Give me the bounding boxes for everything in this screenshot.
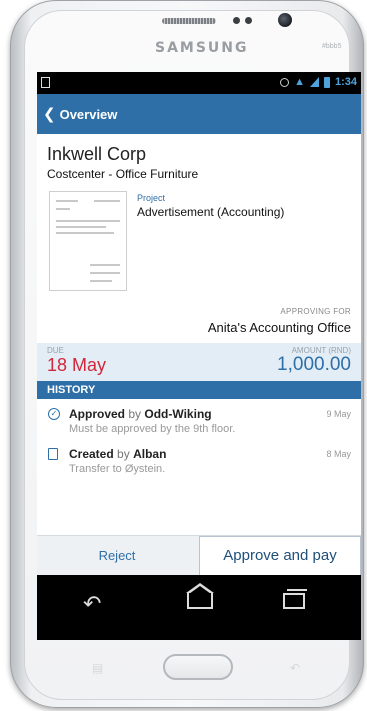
proximity-sensor (233, 17, 240, 24)
due-amount-summary: DUE 18 May AMOUNT (RND) 1,000.00 (37, 343, 361, 381)
history-date: 8 May (326, 449, 351, 459)
due-label: DUE (47, 346, 64, 355)
history-action: Approved (69, 407, 126, 421)
approving-for-label: APPROVING FOR (280, 307, 351, 316)
company-name: Inkwell Corp (47, 144, 147, 164)
costcenter: Costcenter - Office Furniture (47, 167, 199, 181)
back-label[interactable]: Overview (60, 107, 118, 122)
reject-button[interactable]: Reject (37, 536, 197, 576)
status-bar: ▲ 1:34 (37, 72, 361, 94)
back-icon[interactable]: ↶ (83, 593, 101, 615)
approving-for-value: Anita's Accounting Office (207, 320, 351, 335)
app-bar[interactable]: ❮ Overview (37, 94, 361, 134)
history-person: Alban (133, 447, 167, 461)
system-nav-bar: ↶ (37, 575, 361, 640)
hardware-home-button[interactable] (163, 654, 233, 680)
history-action: Created (69, 447, 114, 461)
project-value: Advertisement (Accounting) (137, 205, 285, 219)
history-item[interactable]: ✓ Approved by Odd-Wiking Must be approve… (37, 399, 361, 439)
notification-icon (41, 77, 50, 88)
recent-apps-icon[interactable] (283, 589, 307, 609)
history-item-main: Approved by Odd-Wiking (69, 407, 351, 421)
history-date: 9 May (326, 409, 351, 419)
project-label: Project (137, 193, 166, 203)
device-serial: #bbb5 (322, 43, 342, 50)
amount-value: 1,000.00 (277, 354, 351, 375)
check-circle-icon: ✓ (48, 408, 60, 420)
status-icons: ▲ 1:34 (280, 76, 357, 88)
screen: ▲ 1:34 ❮ Overview Inkwell Corp Costcente… (37, 72, 361, 640)
battery-icon (323, 76, 330, 88)
invoice-details: Inkwell Corp Costcenter - Office Furnitu… (37, 144, 361, 335)
signal-icon (309, 77, 319, 87)
earpiece-speaker (162, 18, 216, 24)
wifi-icon: ▲ (294, 75, 305, 88)
device-brand: SAMSUNG (155, 40, 249, 56)
history-person: Odd-Wiking (144, 407, 212, 421)
invoice-thumbnail[interactable] (49, 191, 127, 291)
front-camera-icon (278, 13, 292, 27)
history-by: by (128, 407, 142, 421)
light-sensor (245, 17, 252, 24)
hardware-back-icon[interactable]: ↶ (290, 661, 300, 675)
chevron-left-icon[interactable]: ❮ (43, 105, 56, 123)
due-date: 18 May (47, 355, 107, 375)
status-time: 1:34 (334, 76, 357, 88)
approve-and-pay-button[interactable]: Approve and pay (199, 536, 361, 576)
history-item-main: Created by Alban (69, 447, 351, 461)
history-note: Transfer to Øystein. (69, 463, 166, 475)
rotate-icon (280, 77, 290, 87)
history-note: Must be approved by the 9th floor. (69, 423, 236, 435)
document-row: Project Advertisement (Accounting) (47, 191, 351, 303)
hardware-menu-icon[interactable]: ▤ (92, 661, 103, 675)
action-bar: Reject Approve and pay (37, 535, 361, 576)
history-header: HISTORY (37, 381, 361, 399)
history-by: by (117, 447, 130, 461)
document-icon (48, 448, 58, 460)
home-icon[interactable] (186, 583, 214, 609)
history-item[interactable]: Created by Alban Transfer to Øystein. 8 … (37, 439, 361, 479)
